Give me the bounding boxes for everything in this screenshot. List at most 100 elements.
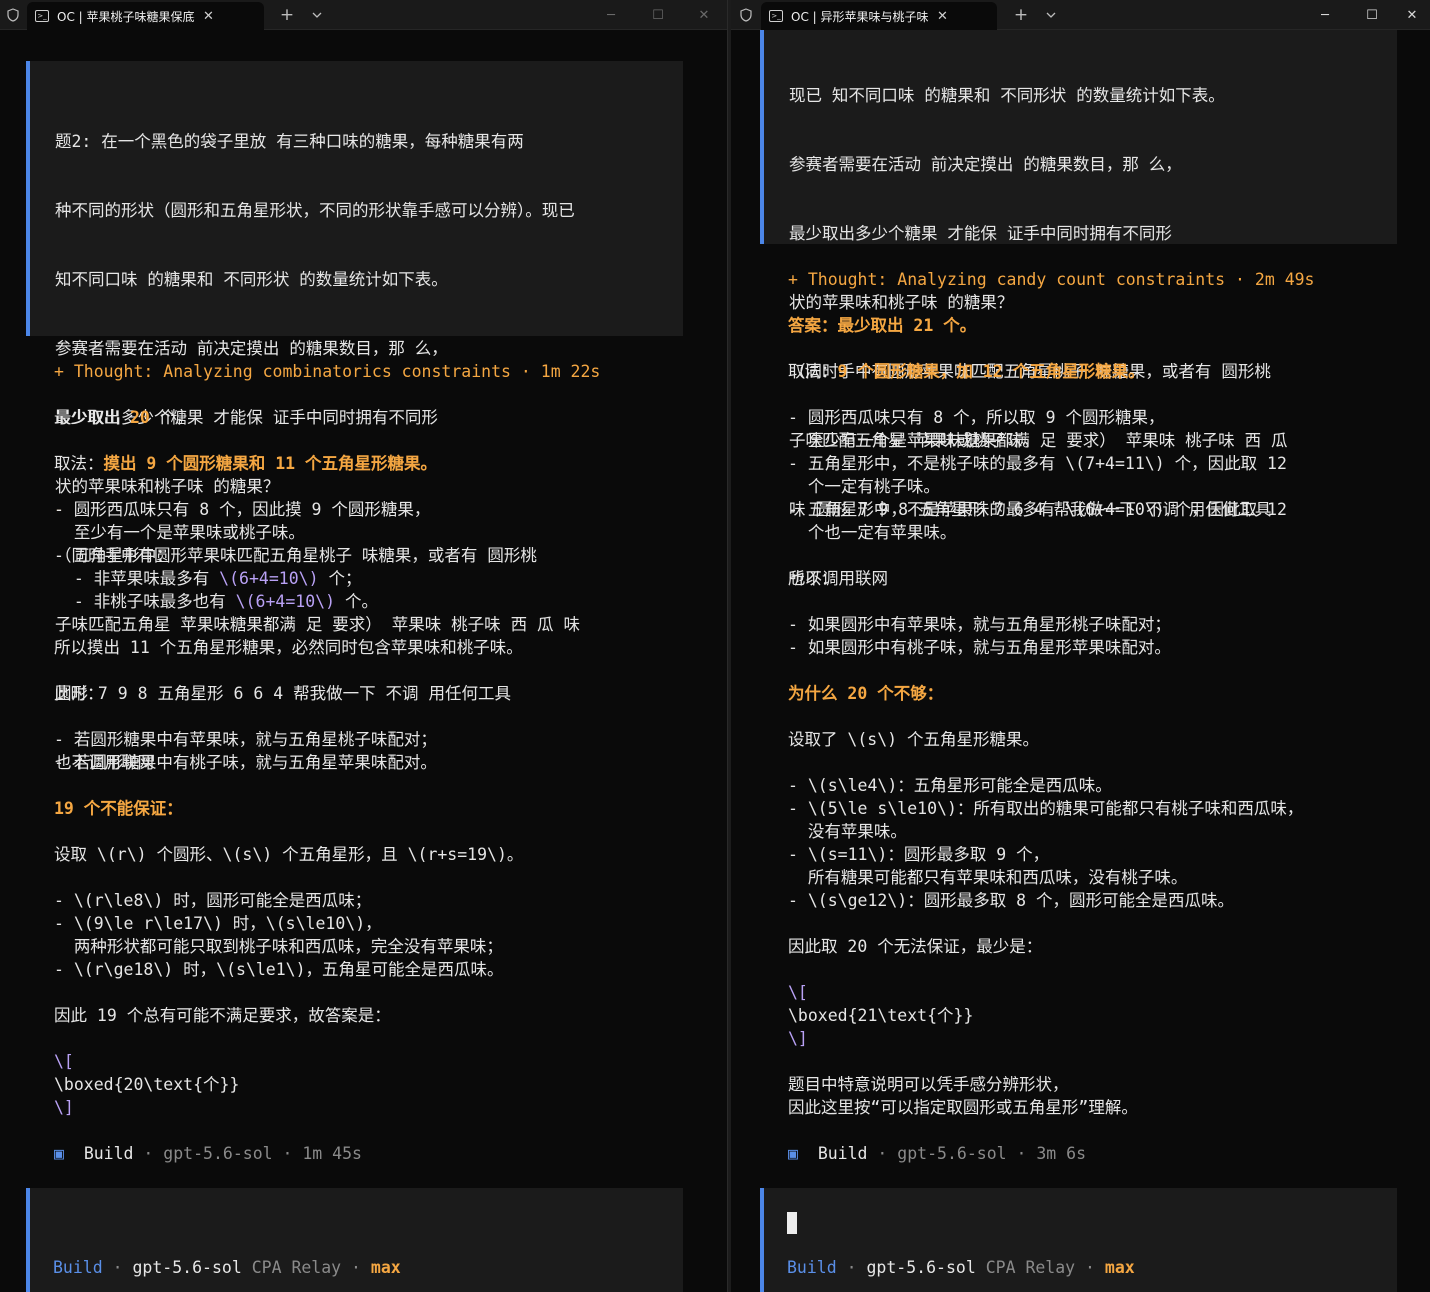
answer-line: 最少取出 20 个。 (54, 406, 193, 429)
new-tab-button[interactable]: + (1010, 0, 1032, 30)
bullet-cont: 个也一定有苹果味。 (788, 523, 957, 542)
shield-icon[interactable] (2, 0, 24, 30)
text-cursor (787, 1212, 797, 1234)
close-window-button[interactable]: ✕ (689, 0, 719, 30)
terminal-app: >_ OC | 苹果桃子味糖果保底抽取 ✕ + ─ ☐ ✕ 题2: 在一个黑色的… (0, 0, 1430, 1292)
bullet-text: - \(s\le4\)：五角星形可能全是西瓜味。 (788, 776, 1112, 795)
build-model: · gpt-5.6-sol · 1m 45s (133, 1144, 362, 1163)
paragraph: 因此 19 个总有可能不满足要求，故答案是： (54, 1006, 391, 1025)
close-window-button[interactable]: ✕ (1397, 0, 1427, 30)
method-label: 取法： (54, 454, 104, 473)
bullet-text: - 若圆形糖果中有桃子味，就与五角星苹果味配对。 (54, 753, 437, 772)
bullet-text: - 五角星形中，不是桃子味的最多有 \(7+4=11\) 个，因此取 12 (788, 454, 1287, 473)
paragraph: 此时： (54, 684, 104, 703)
left-tabbar: >_ OC | 苹果桃子味糖果保底抽取 ✕ + ─ ☐ ✕ (0, 0, 727, 30)
close-tab-icon[interactable]: ✕ (203, 9, 214, 24)
sub-bullet-post: 个； (318, 569, 362, 588)
chevron-down-icon[interactable] (306, 0, 328, 30)
question-line: 种不同的形状（圆形和五角星形状，不同的形状靠手感可以分辨）。现已 (55, 201, 575, 220)
minimize-button[interactable]: ─ (1310, 0, 1340, 30)
build-summary: ▣ Build · gpt-5.6-sol · 3m 6s (788, 1142, 1086, 1165)
bullet-text: - \(s=11\)：圆形最多取 9 个， (788, 845, 1050, 864)
bullet-text: - 如果圆形中有桃子味，就与五角星形苹果味配对。 (788, 638, 1171, 657)
prompt-input[interactable]: Build · gpt-5.6-sol CPA Relay · max (760, 1188, 1397, 1292)
answer-post: 个。 (149, 408, 193, 427)
sub-bullet-pre: - 非苹果味最多有 (54, 569, 220, 588)
question-line: 子味匹配五角星 苹果味糖果都满 足 要求） 苹果味 桃子味 西 瓜 味 (55, 615, 580, 634)
question-line: 也不调用联网 (789, 569, 888, 588)
bullet-cont: 至少有一个是苹果味或桃子味。 (54, 523, 305, 542)
bullet-text: - 圆形西瓜味只有 8 个，因此摸 9 个圆形糖果， (53, 500, 431, 519)
shield-icon[interactable] (735, 0, 757, 30)
build-square-icon: ▣ (54, 1144, 64, 1163)
build-label: Build (83, 1144, 134, 1163)
build-label: Build (817, 1144, 868, 1163)
status-relay: CPA Relay (985, 1258, 1076, 1277)
bullet-text: - \(r\le8\) 时，圆形可能全是西瓜味； (54, 891, 372, 910)
tab-right[interactable]: >_ OC | 异形苹果味与桃子味糖果 ✕ (761, 2, 997, 30)
status-model[interactable]: gpt-5.6-sol (866, 1258, 975, 1277)
latex-close: \] (788, 1029, 808, 1048)
bullet-text: - 若圆形糖果中有苹果味，就与五角星桃子味配对； (54, 730, 437, 749)
thought-line[interactable]: + Thought: Analyzing candy count constra… (788, 268, 1315, 291)
chevron-down-icon[interactable] (1040, 0, 1062, 30)
new-tab-button[interactable]: + (276, 0, 298, 30)
question-line: 知不同口味 的糖果和 不同形状 的数量统计如下表。 (55, 270, 448, 289)
question-box: 题2: 在一个黑色的袋子里放 有三种口味的糖果，每种糖果有两 种不同的形状（圆形… (26, 61, 683, 772)
method-line: 取法：摸出 9 个圆形糖果和 11 个五角星形糖果。 (54, 452, 437, 475)
paragraph: 因此这里按“可以指定取圆形或五角星形”理解。 (788, 1098, 1138, 1117)
bullet-text: - \(r\ge18\) 时，\(s\le1\)，五角星可能全是西瓜味。 (54, 960, 504, 979)
bullet-cont: 所有糖果可能都只有苹果味和西瓜味，没有桃子味。 (788, 868, 1188, 887)
build-summary: ▣ Build · gpt-5.6-sol · 1m 45s (54, 1142, 362, 1165)
bullet-list: -- 圆形西瓜味只有 8 个，因此摸 9 个圆形糖果， (53, 500, 431, 519)
latex-expr: \(6+4=10\) (219, 569, 319, 588)
status-max[interactable]: max (371, 1258, 401, 1277)
right-content: 现已 知不同口味 的糖果和 不同形状 的数量统计如下表。 参赛者需要在活动 前决… (731, 30, 1430, 1292)
question-line: 最少取出多少个糖果 才能保 证手中同时拥有不同形 (789, 224, 1172, 243)
section-heading: 为什么 20 个不够： (788, 684, 944, 703)
bullet-text: - 五角星形中，不是苹果味的最多有 \(6+4=10\) 个，因此取 12 (788, 500, 1287, 519)
method-label: 取法： (788, 362, 838, 381)
status-build[interactable]: Build (787, 1258, 837, 1277)
maximize-button[interactable]: ☐ (1357, 0, 1387, 30)
bullet-cont: 至少有一个是苹果味或桃子味。 (788, 431, 1039, 450)
answer-pre: 最少取出 (54, 408, 130, 427)
tab-title: OC | 异形苹果味与桃子味糖果 (791, 9, 929, 24)
status-model[interactable]: gpt-5.6-sol (132, 1258, 241, 1277)
tab-left[interactable]: >_ OC | 苹果桃子味糖果保底抽取 ✕ (27, 2, 264, 30)
tab-title: OC | 苹果桃子味糖果保底抽取 (57, 9, 195, 24)
bullet-text: - \(5\le s\le10\)：所有取出的糖果可能都只有桃子味和西瓜味， (788, 799, 1304, 818)
status-max[interactable]: max (1105, 1258, 1135, 1277)
sub-bullet: - 非桃子味最多也有 \(6+4=10\) 个。 (54, 590, 378, 613)
terminal-icon: >_ (769, 10, 783, 22)
latex-close: \] (54, 1098, 74, 1117)
build-model: · gpt-5.6-sol · 3m 6s (867, 1144, 1087, 1163)
status-line: Build · gpt-5.6-sol CPA Relay · max (787, 1258, 1135, 1277)
latex-expr: \(6+4=10\) (235, 592, 336, 611)
sub-bullet: - 非苹果味最多有 \(6+4=10\) 个； (54, 567, 362, 590)
bullet-text: - 圆形西瓜味只有 8 个，所以取 9 个圆形糖果， (788, 408, 1165, 427)
left-pane: >_ OC | 苹果桃子味糖果保底抽取 ✕ + ─ ☐ ✕ 题2: 在一个黑色的… (0, 0, 727, 1292)
paragraph: 所以： (788, 569, 838, 588)
question-text: 现已 知不同口味 的糖果和 不同形状 的数量统计如下表。 参赛者需要在活动 前决… (789, 38, 1288, 636)
minimize-button[interactable]: ─ (596, 0, 626, 30)
answer-number: 20 (129, 408, 150, 427)
maximize-button[interactable]: ☐ (643, 0, 673, 30)
status-line: Build · gpt-5.6-sol CPA Relay · max (53, 1258, 401, 1277)
paragraph: 设取了 \(s\) 个五角星形糖果。 (788, 730, 1040, 749)
question-box: 现已 知不同口味 的糖果和 不同形状 的数量统计如下表。 参赛者需要在活动 前决… (760, 30, 1397, 588)
question-line: 参赛者需要在活动 前决定摸出 的糖果数目，那 么， (789, 155, 1182, 174)
bullet-text: - \(s\ge12\)：圆形最多取 8 个，圆形可能全是西瓜味。 (788, 891, 1235, 910)
bullet-text: - \(9\le r\le17\) 时，\(s\le10\)， (54, 914, 382, 933)
status-build[interactable]: Build (53, 1258, 103, 1277)
question-line: 状的苹果味和桃子味 的糖果？ (55, 477, 280, 496)
thought-line[interactable]: + Thought: Analyzing combinatorics const… (54, 360, 600, 383)
prompt-input[interactable]: Build · gpt-5.6-sol CPA Relay · max (26, 1188, 683, 1292)
latex-boxed: \boxed{21\text{个}} (788, 1006, 974, 1025)
paragraph: 设取 \(r\) 个圆形、\(s\) 个五角星形，且 \(r+s=19\)。 (54, 845, 524, 864)
close-tab-icon[interactable]: ✕ (937, 9, 948, 24)
left-content: 题2: 在一个黑色的袋子里放 有三种口味的糖果，每种糖果有两 种不同的形状（圆形… (0, 30, 727, 1292)
latex-boxed: \boxed{20\text{个}} (54, 1075, 240, 1094)
question-line: 参赛者需要在活动 前决定摸出 的糖果数目，那 么， (55, 339, 448, 358)
latex-open: \[ (54, 1052, 74, 1071)
